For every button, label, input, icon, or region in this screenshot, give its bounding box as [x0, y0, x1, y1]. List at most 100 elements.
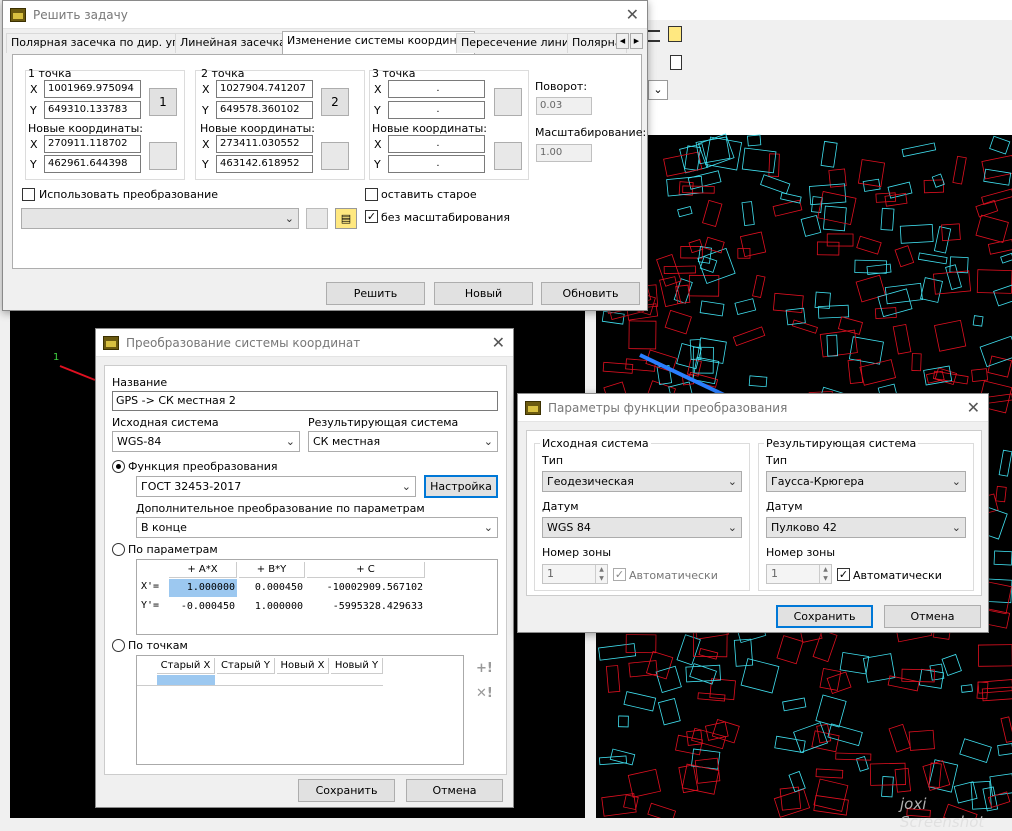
pick-point3-button[interactable] [494, 88, 522, 116]
function-radio[interactable] [112, 460, 125, 473]
new1-y-field[interactable]: 462961.644398 [44, 155, 141, 173]
extra-transform-label: Дополнительное преобразование по парамет… [136, 502, 425, 515]
result-system-select[interactable]: СК местная ⌄ [308, 431, 498, 452]
transform-edit-icon[interactable]: ▤ [335, 208, 357, 229]
function-select[interactable]: ГОСТ 32453-2017 ⌄ [136, 476, 416, 497]
delete-point-icon[interactable]: ✕! [476, 686, 493, 701]
point1-x-field[interactable]: 1001969.975094 [44, 80, 141, 98]
toolbar-dropdown[interactable]: ⌄ [648, 80, 668, 100]
no-scale-label: без масштабирования [381, 211, 511, 224]
point3-y-field[interactable]: . [388, 101, 485, 119]
spin-up-icon[interactable]: ▲ [819, 565, 831, 574]
toolbar-menu-icon[interactable] [648, 30, 660, 42]
point3-x-label: X [374, 83, 382, 96]
transform-select[interactable]: ⌄ [21, 208, 299, 229]
toolbar-page-icon[interactable] [670, 55, 682, 70]
result-zone-label: Номер зоны [766, 546, 836, 559]
pick-point1-button[interactable]: 1 [149, 88, 177, 116]
point1-y-field[interactable]: 649310.133783 [44, 101, 141, 119]
params-row-x-a[interactable]: 1.000000 [169, 579, 237, 597]
source-system-value: WGS-84 [117, 435, 162, 448]
result-group-header: Результирующая система [764, 437, 919, 450]
pick-new1-button[interactable] [149, 142, 177, 170]
source-zone-stepper[interactable]: 1 ▲ ▼ [542, 564, 608, 584]
new1-x-field[interactable]: 270911.118702 [44, 135, 141, 153]
close-icon[interactable]: ✕ [626, 5, 639, 24]
scale-field[interactable]: 1.00 [536, 144, 592, 162]
tab-coordinate-change[interactable]: Изменение системы координат [282, 31, 475, 54]
points-header-old-y: Старый Y [217, 658, 275, 674]
save-button[interactable]: Сохранить [776, 605, 873, 628]
tab-scroll-left-icon[interactable]: ◀ [616, 33, 629, 49]
chevron-down-icon: ⌄ [951, 521, 961, 534]
new3-y-label: Y [374, 158, 381, 171]
source-auto-checkbox[interactable]: ✓ [613, 568, 626, 581]
rotation-field[interactable]: 0.03 [536, 97, 592, 115]
no-scale-checkbox[interactable]: ✓ [365, 210, 378, 223]
by-points-radio[interactable] [112, 639, 125, 652]
point2-y-field[interactable]: 649578.360102 [216, 101, 313, 119]
params-row-y-a[interactable]: -0.000450 [169, 598, 237, 616]
params-row-x-c[interactable]: -10002909.567102 [307, 579, 425, 597]
point1-x-label: X [30, 83, 38, 96]
tab-polar-resection[interactable]: Полярная засечка по дир. углу [6, 33, 197, 53]
extra-transform-select[interactable]: В конце ⌄ [136, 517, 498, 538]
result-zone-stepper[interactable]: 1 ▲ ▼ [766, 564, 832, 584]
params-row-x-b[interactable]: 0.000450 [239, 579, 305, 597]
source-system-select[interactable]: WGS-84 ⌄ [112, 431, 300, 452]
close-icon[interactable]: ✕ [492, 333, 505, 352]
source-zone-value: 1 [547, 567, 554, 580]
pick-point2-button[interactable]: 2 [321, 88, 349, 116]
result-type-select[interactable]: Гаусса-Крюгера ⌄ [766, 471, 966, 492]
pick-new2-button[interactable] [321, 142, 349, 170]
coordinate-transform-dialog: Преобразование системы координат ✕ Назва… [95, 328, 514, 808]
add-point-icon[interactable]: +! [476, 661, 493, 676]
source-datum-select[interactable]: WGS 84 ⌄ [542, 517, 742, 538]
by-params-label: По параметрам [128, 543, 218, 556]
solve-button[interactable]: Решить [326, 282, 425, 305]
settings-button[interactable]: Настройка [424, 475, 498, 498]
params-header-a: + A*X [169, 562, 237, 578]
toolbar-document-icon[interactable] [668, 26, 682, 42]
tab-scroll-right-icon[interactable]: ▶ [630, 33, 643, 49]
points-selected-cell[interactable] [157, 675, 215, 685]
keep-old-checkbox[interactable] [365, 188, 378, 201]
params-grid[interactable]: + A*X + B*Y + C X'= 1.000000 0.000450 -1… [136, 559, 498, 635]
tab-line-intersection[interactable]: Пересечение линий [456, 33, 582, 53]
spin-up-icon[interactable]: ▲ [595, 565, 607, 574]
params-row-y-c[interactable]: -5995328.429633 [307, 598, 425, 616]
update-button[interactable]: Обновить [541, 282, 640, 305]
extra-transform-value: В конце [141, 521, 187, 534]
new1-x-label: X [30, 138, 38, 151]
pick-new3-button[interactable] [494, 142, 522, 170]
new3-y-field[interactable]: . [388, 155, 485, 173]
name-field[interactable]: GPS -> СК местная 2 [112, 391, 498, 411]
params-header-c: + C [307, 562, 425, 578]
spin-down-icon[interactable]: ▼ [819, 574, 831, 583]
new2-y-field[interactable]: 463142.618952 [216, 155, 313, 173]
source-datum-label: Датум [542, 500, 579, 513]
transform-titlebar[interactable]: Преобразование системы координат ✕ [96, 329, 513, 357]
close-icon[interactable]: ✕ [967, 398, 980, 417]
result-zone-value: 1 [771, 567, 778, 580]
tab-linear-resection[interactable]: Линейная засечка [175, 33, 291, 53]
point3-x-field[interactable]: . [388, 80, 485, 98]
save-button[interactable]: Сохранить [298, 779, 395, 802]
use-transform-checkbox[interactable] [22, 188, 35, 201]
transform-settings-icon[interactable] [306, 208, 328, 229]
spin-down-icon[interactable]: ▼ [595, 574, 607, 583]
cancel-button[interactable]: Отмена [884, 605, 981, 628]
params-row-y-b[interactable]: 1.000000 [239, 598, 305, 616]
cancel-button[interactable]: Отмена [406, 779, 503, 802]
new2-x-field[interactable]: 273411.030552 [216, 135, 313, 153]
params-titlebar[interactable]: Параметры функции преобразования ✕ [518, 394, 988, 422]
points-grid[interactable]: Старый X Старый Y Новый X Новый Y [136, 655, 464, 765]
solve-task-titlebar[interactable]: Решить задачу ✕ [3, 1, 647, 29]
new3-x-field[interactable]: . [388, 135, 485, 153]
new-button[interactable]: Новый [434, 282, 533, 305]
result-auto-checkbox[interactable]: ✓ [837, 568, 850, 581]
result-datum-select[interactable]: Пулково 42 ⌄ [766, 517, 966, 538]
source-type-select[interactable]: Геодезическая ⌄ [542, 471, 742, 492]
point2-x-field[interactable]: 1027904.741207 [216, 80, 313, 98]
by-params-radio[interactable] [112, 543, 125, 556]
